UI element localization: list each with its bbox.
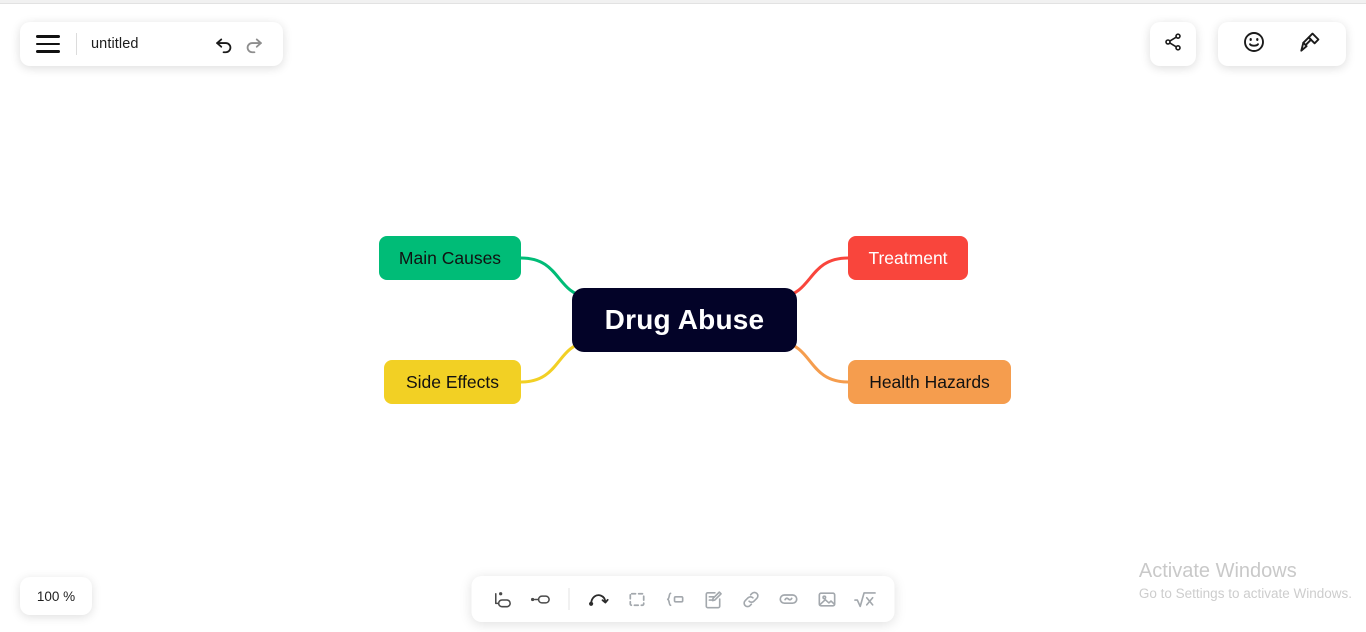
mindmap-app: untitled Drug Abuse Main Causes Side Eff… [0, 0, 1366, 632]
zoom-level-value: 100 % [36, 588, 76, 604]
formula-sqrt-icon[interactable] [849, 583, 881, 615]
boundary-bracket-icon[interactable] [659, 583, 691, 615]
link-chain-icon[interactable] [735, 583, 767, 615]
summary-box-icon[interactable] [621, 583, 653, 615]
mindmap-branch-node-0[interactable]: Main Causes [379, 236, 521, 280]
relationship-arc-icon[interactable] [583, 583, 615, 615]
mindmap-branch-label-0: Main Causes [398, 247, 502, 268]
note-edit-icon[interactable] [697, 583, 729, 615]
image-insert-icon[interactable] [811, 583, 843, 615]
mindmap-branch-node-3[interactable]: Health Hazards [848, 360, 1011, 404]
add-sibling-node-icon[interactable] [524, 583, 556, 615]
mindmap-root-node[interactable]: Drug Abuse [572, 288, 797, 352]
mindmap-root-label: Drug Abuse [604, 304, 765, 335]
tag-label-icon[interactable] [773, 583, 805, 615]
bottom-toolbar [471, 576, 895, 622]
mindmap-branch-label-2: Treatment [868, 247, 948, 268]
mindmap-branch-node-2[interactable]: Treatment [848, 236, 968, 280]
add-child-node-icon[interactable] [486, 583, 518, 615]
toolbar-separator [568, 588, 570, 610]
mindmap-canvas[interactable]: Drug Abuse Main Causes Side Effects Trea… [0, 0, 1366, 632]
mindmap-branch-label-3: Health Hazards [869, 371, 990, 392]
mindmap-branch-label-1: Side Effects [405, 371, 500, 392]
zoom-level-badge[interactable]: 100 % [20, 577, 92, 615]
mindmap-branch-node-1[interactable]: Side Effects [384, 360, 521, 404]
